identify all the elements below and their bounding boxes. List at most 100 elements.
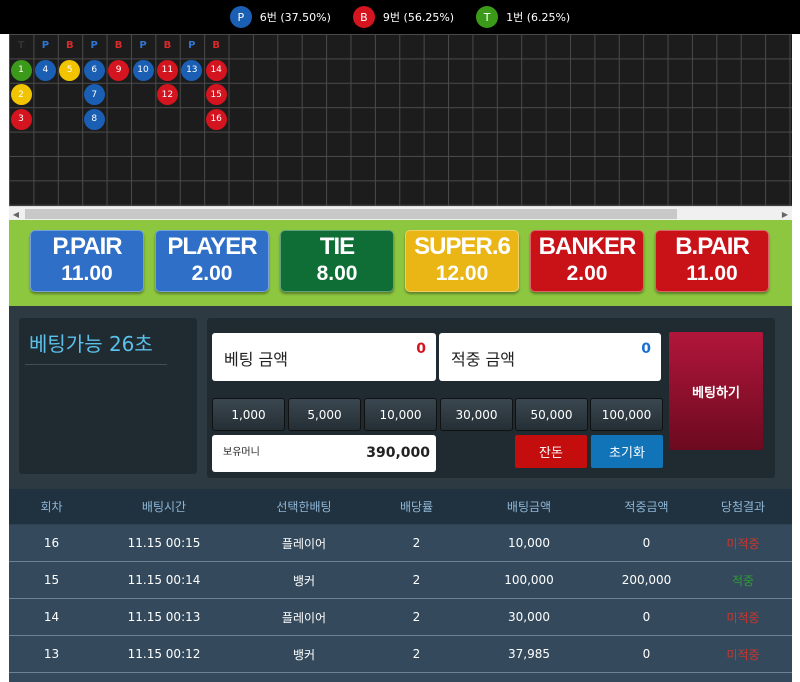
bead-b: 15 xyxy=(205,84,227,106)
balance-label: 보유머니 xyxy=(223,447,260,458)
timer-box: 베팅가능 26초 xyxy=(19,318,197,474)
roadmap-header-p: P xyxy=(41,40,50,51)
bet-player-button[interactable]: PLAYER 2.00 xyxy=(155,230,269,292)
scroll-left-icon[interactable]: ◀ xyxy=(9,207,23,221)
cell-choice: 플레이어 xyxy=(281,536,327,551)
betting-timer: 베팅가능 26초 xyxy=(29,332,153,356)
banker-count: 9번 (56.25%) xyxy=(382,11,455,24)
chip-5000-button[interactable]: 5,000 xyxy=(288,398,361,431)
bead-b: 3 xyxy=(10,108,32,130)
banker-marker: B xyxy=(352,6,375,28)
cell-win: 0 xyxy=(642,536,651,550)
roadmap-header-b: B xyxy=(65,40,74,51)
win-amount-field: 적중 금액 0 xyxy=(439,333,661,381)
summary-tie: T 1번 (6.25%) xyxy=(476,6,570,28)
reset-button[interactable]: 초기화 xyxy=(591,435,663,468)
bet-tie-button[interactable]: TIE 8.00 xyxy=(280,230,394,292)
bet-odds: 8.00 xyxy=(316,262,358,285)
cell-time: 11.15 00:12 xyxy=(127,647,201,661)
column-header: 당첨결과 xyxy=(720,500,766,514)
bead-y: 5 xyxy=(59,59,81,81)
chip-50000-button[interactable]: 50,000 xyxy=(515,398,588,431)
cell-win: 0 xyxy=(642,647,651,661)
bet-odds: 2.00 xyxy=(191,262,233,285)
column-header: 배당률 xyxy=(399,500,434,514)
table-row: 15 11.15 00:14 뱅커 2 100,000 200,000 적중 xyxy=(9,562,792,599)
cell-win: 200,000 xyxy=(621,573,672,587)
chip-100000-button[interactable]: 100,000 xyxy=(590,398,663,431)
bead-b: 14 xyxy=(205,59,227,81)
win-amount-value: 0 xyxy=(641,341,651,357)
table-header: 회차 배팅시간 선택한배팅 배당률 배팅금액 적중금액 당첨결과 xyxy=(9,489,792,525)
cell-choice: 플레이어 xyxy=(281,610,327,625)
bet-name: SUPER.6 xyxy=(414,233,511,260)
cell-odds: 2 xyxy=(412,610,421,624)
balance-box: 보유머니 390,000 xyxy=(212,435,436,472)
chip-10000-button[interactable]: 10,000 xyxy=(364,398,437,431)
cell-win: 0 xyxy=(642,610,651,624)
bet-odds: 12.00 xyxy=(435,262,489,285)
cell-result: 미적중 xyxy=(726,610,760,625)
bet-super-6-button[interactable]: SUPER.6 12.00 xyxy=(405,230,519,292)
roadmap-header-p: P xyxy=(188,40,196,51)
roadmap-scrollbar[interactable]: ◀ ▶ xyxy=(9,206,792,220)
bead-b: 9 xyxy=(108,59,130,81)
roadmap-header-b: B xyxy=(163,40,172,51)
cell-choice: 뱅커 xyxy=(292,647,316,662)
cell-result: 미적중 xyxy=(726,536,760,551)
scroll-right-icon[interactable]: ▶ xyxy=(778,207,792,221)
bet-odds: 11.00 xyxy=(61,262,113,285)
tie-count: 1번 (6.25%) xyxy=(506,11,571,24)
table-row: 14 11.15 00:13 플레이어 2 30,000 0 미적중 xyxy=(9,599,792,636)
bet-amount-value: 0 xyxy=(416,341,426,357)
bet-history-table: 회차 배팅시간 선택한배팅 배당률 배팅금액 적중금액 당첨결과 16 11.15 00:15 플… xyxy=(9,489,792,682)
column-header: 배팅시간 xyxy=(141,500,187,514)
bead-y: 2 xyxy=(10,84,32,106)
cell-round: 13 xyxy=(43,647,60,661)
cell-amount: 30,000 xyxy=(508,610,550,624)
bead-b: 16 xyxy=(205,108,227,130)
roadmap-header-b: B xyxy=(212,40,220,51)
bet-amount-field: 베팅 금액 0 xyxy=(212,333,436,381)
summary-player: P 6번 (37.50%) xyxy=(229,6,331,28)
cell-odds: 2 xyxy=(412,573,421,587)
bead-t: 1 xyxy=(10,59,32,81)
cell-odds: 2 xyxy=(412,536,421,550)
cell-round: 16 xyxy=(43,536,60,550)
column-header: 선택한배팅 xyxy=(276,500,332,514)
balance-value: 390,000 xyxy=(366,445,430,461)
bet-amount-label: 베팅 금액 xyxy=(224,350,288,369)
place-bet-button[interactable]: 베팅하기 xyxy=(669,332,763,450)
table-row: 16 11.15 00:15 플레이어 2 10,000 0 미적중 xyxy=(9,525,792,562)
cell-round: 15 xyxy=(43,573,60,587)
bead-p: 13 xyxy=(181,59,203,81)
cell-result: 적중 xyxy=(731,573,755,588)
bead-b: 12 xyxy=(156,84,178,106)
cell-amount: 100,000 xyxy=(504,573,554,587)
player-count: 6번 (37.50%) xyxy=(259,11,331,24)
result-summary-bar: P 6번 (37.50%) B 9번 (56.25%) T 1번 (6.25%) xyxy=(0,0,800,34)
betting-controls: 베팅가능 26초 베팅 금액 0 적중 금액 0 1,000 5,000 10,… xyxy=(9,306,792,489)
bead-p: 10 xyxy=(132,59,154,81)
bead-p: 6 xyxy=(83,59,105,81)
chip-30000-button[interactable]: 30,000 xyxy=(440,398,513,431)
cell-choice: 뱅커 xyxy=(292,573,316,588)
bet-name: PLAYER xyxy=(167,233,257,260)
bet-b-pair-button[interactable]: B.PAIR 11.00 xyxy=(655,230,769,292)
column-header: 회차 xyxy=(40,500,63,514)
bet-banker-button[interactable]: BANKER 2.00 xyxy=(530,230,644,292)
bead-p: 8 xyxy=(83,108,105,130)
table-row: 13 11.15 00:12 뱅커 2 37,985 0 미적중 xyxy=(9,636,792,673)
column-header: 배팅금액 xyxy=(506,500,552,514)
bead-roadmap: T P B P B P B P B 1 2 3 4 5 6 7 8 9 10 11 12 13 14 15 16 xyxy=(9,34,792,206)
bead-b: 11 xyxy=(156,59,178,81)
bet-name: B.PAIR xyxy=(675,233,750,260)
bet-p-pair-button[interactable]: P.PAIR 11.00 xyxy=(30,230,144,292)
chip-1000-button[interactable]: 1,000 xyxy=(212,398,285,431)
summary-banker: B 9번 (56.25%) xyxy=(352,6,455,28)
cell-amount: 10,000 xyxy=(508,536,550,550)
roadmap-header-p: P xyxy=(139,40,147,51)
cell-round: 14 xyxy=(43,610,60,624)
scroll-thumb[interactable] xyxy=(25,209,677,219)
balance-button[interactable]: 잔돈 xyxy=(515,435,587,468)
